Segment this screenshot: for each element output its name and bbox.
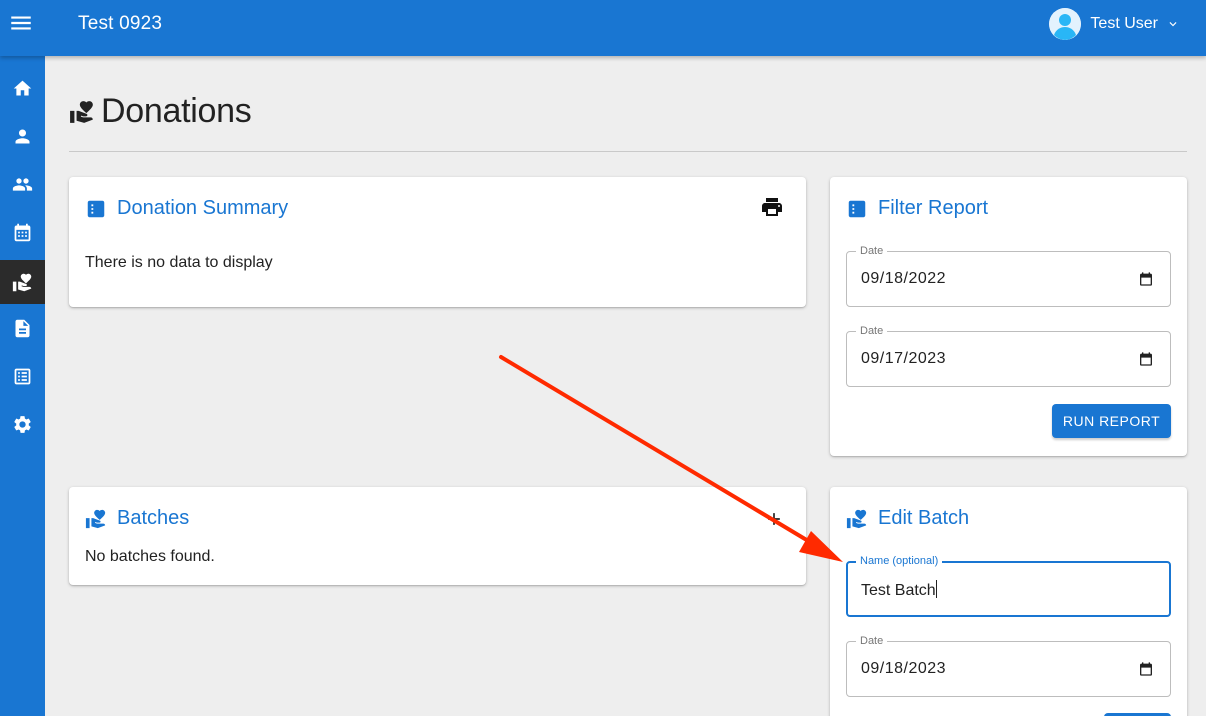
batch-name-value: Test Batch: [861, 580, 937, 599]
donation-summary-empty-text: There is no data to display: [85, 254, 273, 271]
edit-batch-header: Edit Batch: [846, 507, 969, 530]
list-icon: [14, 368, 31, 384]
batch-date-label: Date: [856, 634, 888, 648]
batches-title: Batches: [117, 507, 190, 529]
avatar-icon: [1049, 8, 1082, 40]
donation-summary-title: Donation Summary: [117, 197, 289, 219]
end-date-field[interactable]: Date 09/17/2023: [846, 324, 1171, 387]
batch-date-field[interactable]: Date 09/18/2023: [846, 634, 1171, 697]
page-title-text: Donations: [101, 92, 252, 130]
filter-report-card: Filter Report Date 09/18/2022 Date 09/17…: [830, 177, 1187, 456]
batch-date-value: 09/18/2023: [861, 660, 947, 677]
calendar-picker-icon[interactable]: [1138, 271, 1154, 287]
end-date-value: 09/17/2023: [861, 350, 947, 367]
end-date-label: Date: [856, 324, 888, 338]
sidebar-item-donations[interactable]: [0, 260, 45, 304]
app-title: Test 0923: [78, 13, 163, 34]
start-date-value: 09/18/2022: [861, 270, 947, 287]
sidebar-item-people[interactable]: [0, 164, 45, 204]
report-document-icon: [848, 200, 866, 217]
print-icon[interactable]: [760, 195, 784, 219]
batches-empty-text: No batches found.: [85, 548, 215, 565]
home-icon: [13, 80, 32, 95]
document-icon: [15, 319, 30, 337]
donations-icon: [846, 509, 867, 528]
settings-icon: [14, 415, 31, 433]
filter-report-header: Filter Report: [846, 197, 988, 220]
filter-report-title: Filter Report: [878, 197, 989, 219]
edit-batch-title: Edit Batch: [878, 507, 970, 529]
sidebar-nav: [0, 56, 45, 716]
plus-icon[interactable]: [764, 509, 784, 529]
menu-icon[interactable]: [8, 10, 34, 36]
start-date-label: Date: [856, 244, 888, 258]
top-app-bar: Test 0923 Test User: [0, 0, 1206, 56]
sidebar-item-calendar[interactable]: [0, 212, 45, 252]
person-icon: [15, 129, 30, 143]
calendar-picker-icon[interactable]: [1138, 351, 1154, 367]
chevron-down-icon: [1169, 22, 1177, 27]
calendar-picker-icon[interactable]: [1138, 661, 1154, 677]
page-title: Donations: [69, 92, 252, 131]
edit-batch-card: Edit Batch Name (optional) Test Batch Da…: [830, 487, 1187, 716]
sidebar-item-documents[interactable]: [0, 308, 45, 348]
sidebar-item-person[interactable]: [0, 116, 45, 156]
donation-summary-header: Donation Summary: [85, 197, 288, 220]
donations-icon: [12, 273, 32, 291]
batch-name-field[interactable]: Name (optional) Test Batch: [846, 554, 1171, 617]
donations-icon: [85, 509, 106, 528]
run-report-button[interactable]: RUN REPORT: [1052, 404, 1171, 438]
batches-card: Batches No batches found.: [69, 487, 806, 585]
start-date-field[interactable]: Date 09/18/2022: [846, 244, 1171, 307]
batches-header: Batches: [85, 507, 189, 530]
user-menu[interactable]: Test User: [1049, 8, 1180, 40]
title-divider: [69, 151, 1187, 152]
people-icon: [12, 177, 33, 191]
sidebar-item-settings[interactable]: [0, 404, 45, 444]
donation-summary-card: Donation Summary There is no data to dis…: [69, 177, 806, 307]
summary-document-icon: [87, 200, 105, 217]
sidebar-item-home[interactable]: [0, 68, 45, 108]
sidebar-item-lists[interactable]: [0, 356, 45, 396]
user-name: Test User: [1090, 15, 1158, 32]
calendar-icon: [14, 223, 31, 241]
batch-name-label: Name (optional): [856, 554, 943, 568]
donations-icon: [70, 100, 93, 123]
